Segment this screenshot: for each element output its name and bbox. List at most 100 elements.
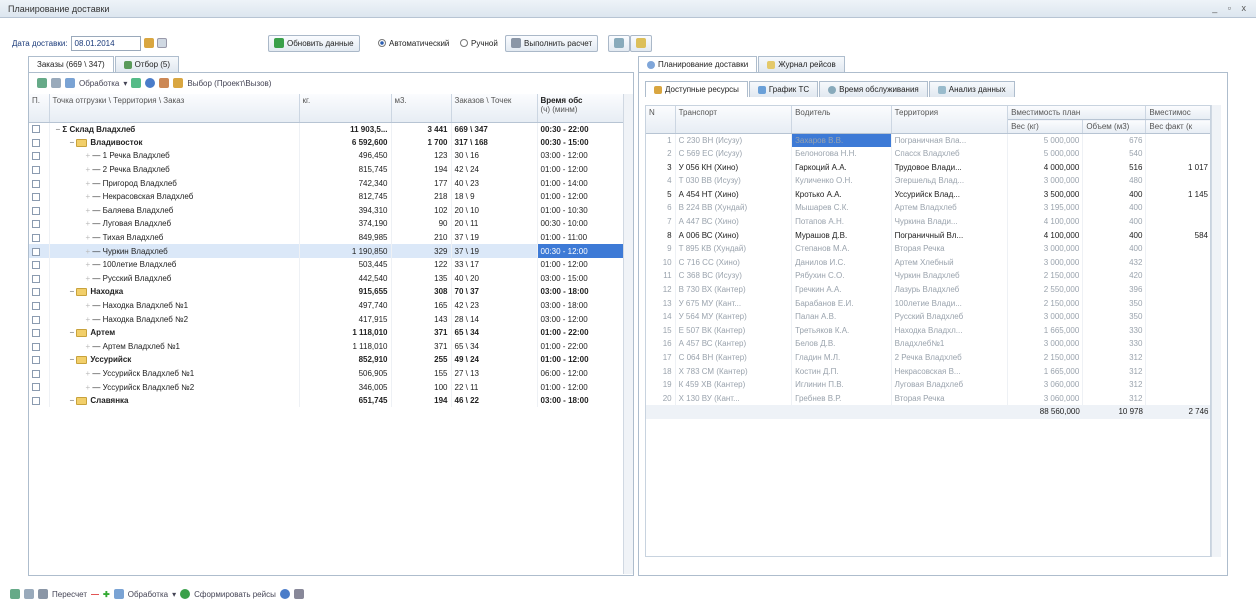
add-icon[interactable]: ✚ (103, 590, 110, 599)
resource-row[interactable]: 10 С 716 СС (Хино) Данилов И.С. Артем Хлебн… (646, 255, 1210, 270)
order-row[interactable]: + — Тихая Владхлеб 849,985 210 37 \ 19 01:00… (29, 230, 623, 245)
order-row[interactable]: − Σ Склад Владхлеб 11 903,5... 3 441 669 \ … (29, 122, 623, 136)
col-point[interactable]: Точка отгрузки \ Территория \ Заказ (49, 94, 300, 123)
collapse-icon[interactable]: − (70, 138, 77, 147)
resource-row[interactable]: 5А 454 НТ (Хино) Кротько А.А. Уссурийск Вл… (646, 187, 1210, 202)
processing-menu[interactable]: Обработка (79, 79, 119, 88)
resource-row[interactable]: 7А 447 ВС (Хино) Потапов А.Н. Чуркина Влад… (646, 214, 1210, 229)
row-checkbox[interactable] (29, 176, 50, 190)
rcol-capacity-plan[interactable]: Вместимость план (1007, 106, 1147, 121)
tab-orders[interactable]: Заказы (669 \ 347) (28, 56, 114, 72)
collapse-icon[interactable]: − (70, 355, 77, 364)
resource-row[interactable]: 9Т 895 КВ (Хундай) Степанов М.А. Вторая Ре… (646, 241, 1210, 256)
rcol-n[interactable]: N (646, 106, 676, 134)
print-icon[interactable] (293, 589, 304, 599)
form-trips-button[interactable]: Сформировать рейсы (194, 590, 276, 599)
rcol-driver[interactable]: Водитель (791, 106, 892, 134)
row-checkbox[interactable] (29, 339, 50, 354)
clear-icon[interactable] (156, 38, 167, 48)
col-p[interactable]: П. (29, 94, 50, 123)
order-row[interactable]: − Уссурийск 852,910 255 49 \ 24 01:00 - 12:0… (29, 353, 623, 367)
order-row[interactable]: + — Пригород Владхлеб 742,340 177 40 \ 23 01… (29, 176, 623, 190)
order-row[interactable]: + — Баляева Владхлеб 394,310 102 20 \ 10 01:… (29, 203, 623, 218)
order-row[interactable]: − Владивосток 6 592,600 1 700 317 \ 168 00:3… (29, 135, 623, 150)
order-row[interactable]: + — Находка Владхлеб №2 417,915 143 28 \ 14… (29, 312, 623, 326)
col-time[interactable]: Время обс (ч) (минм) (537, 94, 623, 123)
col-kg[interactable]: кг. (299, 94, 392, 123)
subtab-service[interactable]: Время обслуживания (819, 81, 928, 97)
order-row[interactable]: + — Находка Владхлеб №1 497,740 165 42 \ 23… (29, 298, 623, 313)
order-row[interactable]: + — 2 Речка Владхлеб 815,745 194 42 \ 24 01:… (29, 162, 623, 177)
row-checkbox[interactable] (29, 271, 50, 286)
processing-bottom-menu[interactable]: Обработка (128, 590, 168, 599)
globe-bottom-icon[interactable] (279, 589, 290, 599)
row-checkbox[interactable] (29, 325, 50, 340)
recalc-button[interactable]: Пересчет (52, 590, 87, 599)
collapse-icon[interactable]: − (70, 328, 77, 337)
order-row[interactable]: − Артем 1 118,010 371 65 \ 34 01:00 - 22:00 (29, 325, 623, 340)
subtab-schedule[interactable]: График ТС (748, 81, 819, 97)
mode-manual-radio[interactable]: Ручной (460, 34, 498, 52)
settings-button[interactable] (608, 34, 630, 52)
copy-icon[interactable] (51, 78, 61, 88)
chart-icon[interactable] (159, 78, 170, 88)
refresh-button[interactable]: Обновить данные (268, 34, 360, 52)
refresh-bottom-icon[interactable] (10, 589, 20, 599)
row-checkbox[interactable] (29, 162, 50, 177)
resource-row[interactable]: 3У 056 КН (Хино) Гаркоций А.А. Трудовое Вл… (646, 160, 1210, 174)
remove-icon[interactable]: — (91, 590, 99, 599)
rcol-territory[interactable]: Территория (891, 106, 1009, 134)
tab-planning[interactable]: Планирование доставки (638, 56, 758, 72)
resource-row[interactable]: 17 С 064 ВН (Кантер) Гладин М.Л. 2 Речка Вл… (646, 350, 1210, 365)
row-checkbox[interactable] (29, 122, 50, 136)
col-orders[interactable]: Заказов \ Точек (451, 94, 538, 123)
resource-row[interactable]: 11 С 368 ВС (Исузу) Рябухин С.О. Чуркин Вла… (646, 269, 1210, 283)
row-checkbox[interactable] (29, 353, 50, 367)
row-checkbox[interactable] (29, 298, 50, 313)
export-button[interactable] (630, 34, 652, 52)
calendar-icon[interactable] (143, 38, 154, 48)
order-row[interactable]: + — Уссурийск Владхлеб №2 346,005 100 22 \ … (29, 380, 623, 394)
tab-filter[interactable]: Отбор (5) (114, 56, 180, 72)
resource-row[interactable]: 12 В 730 ВХ (Кантер) Гречкин А.А. Лазурь Вл… (646, 282, 1210, 297)
order-row[interactable]: + — Луговая Владхлеб 374,190 90 20 \ 11 00:3… (29, 217, 623, 231)
order-row[interactable]: − Находка 915,655 308 70 \ 37 03:00 - 18:00 (29, 285, 623, 299)
row-checkbox[interactable] (29, 366, 50, 381)
order-row[interactable]: + — Русский Владхлеб 442,540 135 40 \ 20 03:… (29, 271, 623, 286)
rcol-fact-kg[interactable]: Вес факт (к (1145, 119, 1210, 134)
resource-row[interactable]: 16 А 457 ВС (Кантер) Белов Д.В. Владхлеб№1 3… (646, 337, 1210, 351)
subtab-resources[interactable]: Доступные ресурсы (645, 81, 748, 97)
row-checkbox[interactable] (29, 393, 50, 408)
row-checkbox[interactable] (29, 230, 50, 245)
row-checkbox[interactable] (29, 244, 50, 258)
row-checkbox[interactable] (29, 203, 50, 218)
order-row[interactable]: + — Артем Владхлеб №1 1 118,010 371 65 \ 34… (29, 339, 623, 354)
order-row[interactable]: + — Уссурийск Владхлеб №1 506,905 155 27 \ … (29, 366, 623, 381)
date-input[interactable]: 08.01.2014 (70, 35, 141, 51)
row-checkbox[interactable] (29, 135, 50, 150)
rcol-m3[interactable]: Объем (м3) (1082, 119, 1147, 134)
collapse-icon[interactable]: − (70, 396, 77, 405)
resource-row[interactable]: 15 Е 507 ВК (Кантер) Третьяков К.А. Находка… (646, 323, 1210, 338)
subtab-analysis[interactable]: Анализ данных (928, 81, 1015, 97)
rcol-capacity-fact[interactable]: Вместимос (1145, 106, 1210, 121)
row-checkbox[interactable] (29, 380, 50, 394)
run-calc-button[interactable]: Выполнить расчет (505, 34, 599, 52)
resource-row[interactable]: 4Т 030 ВВ (Исузу) Куличенко О.Н. Эгершельд… (646, 173, 1210, 188)
resource-row[interactable]: 1С 230 ВН (Исузу) Захаров В.В. Пограничная… (646, 133, 1210, 147)
resource-row[interactable]: 20 Х 130 ВУ (Кант... Гребнев В.Р. Вторая Ре… (646, 391, 1210, 406)
order-row[interactable]: − Славянка 651,745 194 46 \ 22 03:00 - 18:00 (29, 393, 623, 408)
row-checkbox[interactable] (29, 285, 50, 299)
row-checkbox[interactable] (29, 217, 50, 231)
row-checkbox[interactable] (29, 149, 50, 163)
tool-icon[interactable] (131, 78, 142, 88)
window-controls[interactable]: _ ▫ x (1212, 3, 1250, 13)
resource-row[interactable]: 6В 224 ВВ (Хундай) Мышарев С.К. Артем Влад… (646, 201, 1210, 215)
resource-row[interactable]: 8А 006 ВС (Хино) Мурашов Д.В. Пограничный … (646, 228, 1210, 242)
rcol-vehicle[interactable]: Транспорт (675, 106, 793, 134)
select-button[interactable]: Выбор (Проект\Вызов) (187, 79, 271, 88)
resources-scrollbar[interactable] (1211, 105, 1221, 557)
tab-journal[interactable]: Журнал рейсов (758, 56, 845, 72)
order-row[interactable]: + — 1 Речка Владхлеб 496,450 123 30 \ 16 03:… (29, 149, 623, 163)
row-checkbox[interactable] (29, 312, 50, 326)
